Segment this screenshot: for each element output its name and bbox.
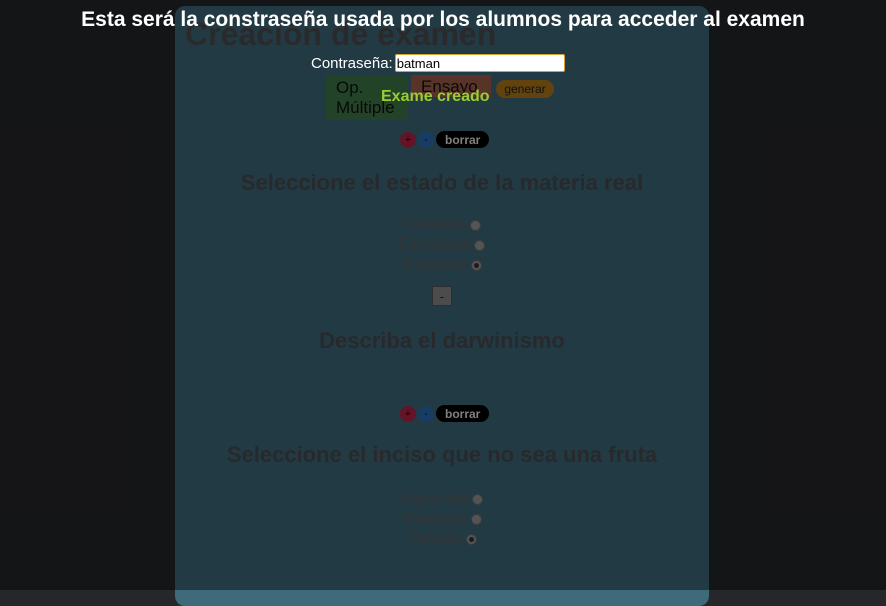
password-input[interactable] bbox=[394, 54, 565, 72]
status-message: Exame creado bbox=[381, 88, 490, 105]
password-label: Contraseña: bbox=[311, 54, 393, 72]
modal-title: Esta será la constraseña usada por los a… bbox=[81, 8, 805, 31]
password-row: Contraseña: bbox=[311, 54, 565, 72]
